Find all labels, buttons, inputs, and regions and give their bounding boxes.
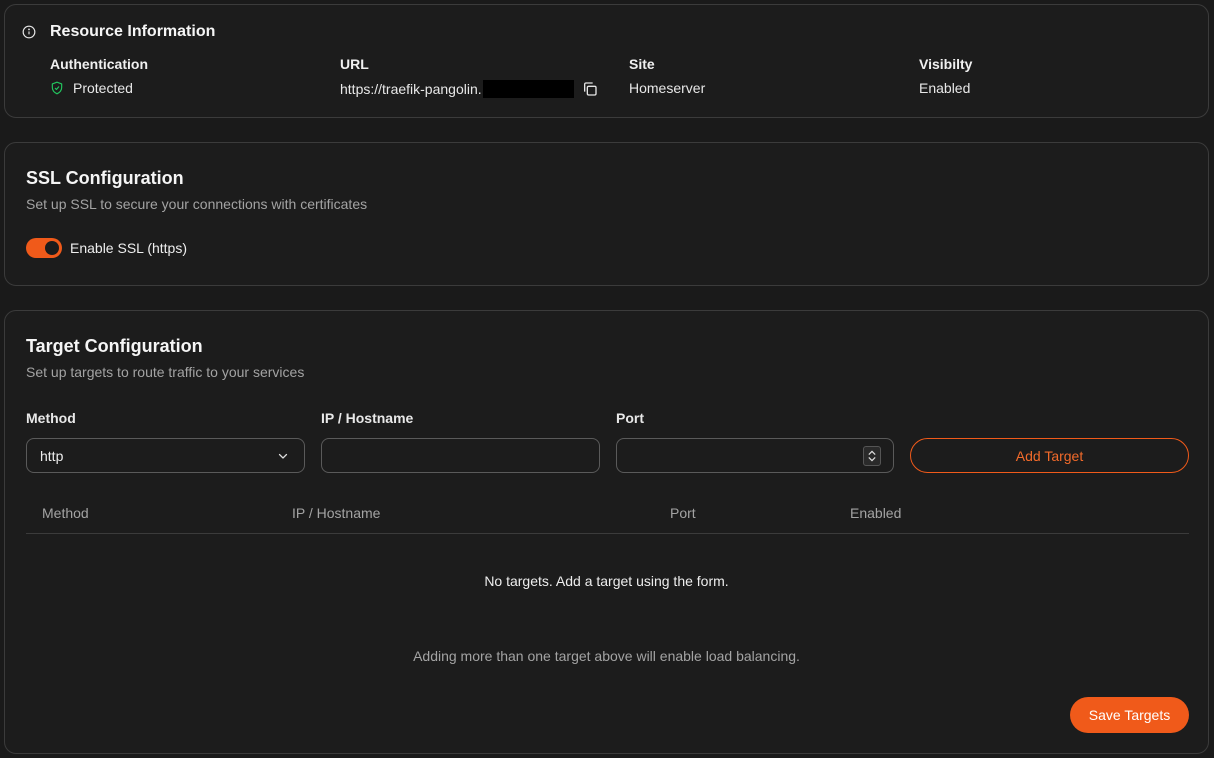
method-select-value: http (40, 447, 64, 464)
shield-check-icon (51, 81, 63, 95)
resource-info-card: Resource Information Authentication Prot… (4, 4, 1209, 118)
resource-info-title: Resource Information (50, 23, 216, 40)
authentication-info: Authentication Protected (50, 56, 148, 96)
table-divider (26, 533, 1189, 534)
visibility-value: Enabled (919, 80, 971, 96)
port-input[interactable] (616, 438, 894, 473)
visibility-label: Visibilty (919, 56, 973, 72)
save-targets-button[interactable]: Save Targets (1070, 697, 1189, 733)
ssl-toggle[interactable] (26, 238, 62, 258)
port-stepper[interactable] (863, 446, 881, 466)
url-info: URL https://traefik-pangolin. (340, 56, 598, 98)
method-label: Method (26, 410, 76, 426)
table-header-enabled: Enabled (850, 505, 902, 521)
visibility-info: Visibilty Enabled (919, 56, 972, 96)
info-icon (22, 25, 36, 39)
site-info: Site Homeserver (629, 56, 705, 96)
target-config-card: Target Configuration Set up targets to r… (4, 310, 1209, 754)
ssl-config-card: SSL Configuration Set up SSL to secure y… (4, 142, 1209, 286)
method-select[interactable]: http (26, 438, 305, 473)
site-label: Site (629, 56, 655, 72)
authentication-status: Protected (50, 80, 148, 96)
ssl-toggle-label[interactable]: Enable SSL (https) (70, 240, 187, 256)
toggle-knob (45, 241, 59, 255)
empty-table-message: No targets. Add a target using the form. (484, 573, 729, 589)
url-label: URL (340, 56, 369, 72)
target-subtitle: Set up targets to route traffic to your … (26, 364, 305, 380)
ip-hostname-input[interactable] (321, 438, 600, 473)
add-target-button[interactable]: Add Target (910, 438, 1189, 473)
ssl-subtitle: Set up SSL to secure your connections wi… (26, 196, 368, 212)
site-value: Homeserver (629, 80, 706, 96)
resource-info-header: Resource Information (22, 23, 215, 41)
url-value: https://traefik-pangolin. (340, 81, 482, 97)
table-header-port: Port (670, 505, 696, 521)
table-header-method: Method (42, 505, 89, 521)
load-balancing-note: Adding more than one target above will e… (413, 648, 800, 664)
url-value-row: https://traefik-pangolin. (340, 80, 598, 98)
table-header-ip-hostname: IP / Hostname (292, 505, 381, 521)
chevron-down-icon (278, 453, 288, 459)
ip-hostname-label: IP / Hostname (321, 410, 414, 426)
chevron-down-icon[interactable] (868, 456, 876, 462)
copy-icon[interactable] (582, 81, 598, 97)
authentication-value: Protected (73, 80, 133, 96)
ssl-title: SSL Configuration (26, 168, 184, 188)
target-title: Target Configuration (26, 336, 203, 356)
port-label: Port (616, 410, 644, 426)
redacted-block (482, 80, 574, 98)
authentication-label: Authentication (50, 56, 148, 72)
